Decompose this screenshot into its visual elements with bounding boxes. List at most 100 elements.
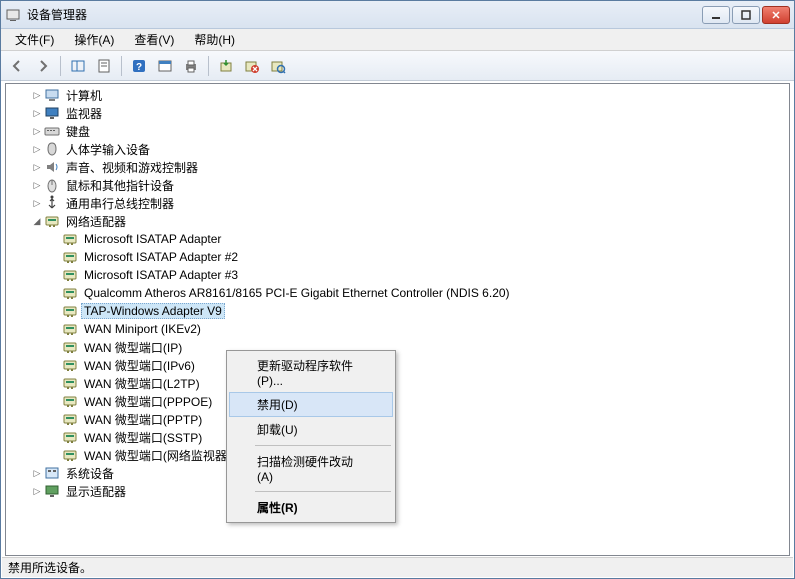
network-icon — [44, 213, 60, 229]
tree-row[interactable]: ▷ 声音、视频和游戏控制器 — [6, 158, 789, 176]
cm-scan[interactable]: 扫描检测硬件改动(A) — [229, 449, 393, 488]
tree-node-label[interactable]: WAN 微型端口(PPTP) — [81, 410, 205, 429]
tree-node-label[interactable]: 通用串行总线控制器 — [63, 194, 177, 213]
tree-row[interactable]: WAN 微型端口(L2TP) — [6, 374, 789, 392]
tree-row[interactable]: WAN 微型端口(IP) — [6, 338, 789, 356]
menu-view[interactable]: 查看(V) — [124, 29, 184, 50]
expander-icon[interactable]: ▷ — [30, 160, 44, 174]
usb-icon — [44, 195, 60, 211]
help-button[interactable]: ? — [127, 54, 151, 78]
expander-icon[interactable]: ▷ — [30, 178, 44, 192]
expander-icon — [48, 448, 62, 462]
adapter-icon — [62, 393, 78, 409]
scan-hardware-button[interactable] — [266, 54, 290, 78]
tree-node-label[interactable]: 键盘 — [63, 122, 93, 141]
display-icon — [44, 483, 60, 499]
menu-file[interactable]: 文件(F) — [5, 29, 64, 50]
minimize-button[interactable] — [702, 6, 730, 24]
tree-node-label[interactable]: Microsoft ISATAP Adapter — [81, 231, 224, 247]
tree-row[interactable]: ▷ 通用串行总线控制器 — [6, 194, 789, 212]
tree-row[interactable]: Qualcomm Atheros AR8161/8165 PCI-E Gigab… — [6, 284, 789, 302]
tree-row[interactable]: WAN 微型端口(PPPOE) — [6, 392, 789, 410]
tree-node-label[interactable]: WAN 微型端口(IPv6) — [81, 356, 198, 375]
disable-button[interactable] — [240, 54, 264, 78]
tree-row[interactable]: ◢ 网络适配器 — [6, 212, 789, 230]
maximize-button[interactable] — [732, 6, 760, 24]
tree-node-label[interactable]: 系统设备 — [63, 464, 117, 483]
adapter-icon — [62, 375, 78, 391]
tree-node-label[interactable]: WAN 微型端口(网络监视器) — [81, 446, 234, 465]
forward-button[interactable] — [31, 54, 55, 78]
expander-icon[interactable]: ▷ — [30, 142, 44, 156]
menu-action[interactable]: 操作(A) — [64, 29, 124, 50]
expander-icon[interactable]: ▷ — [30, 106, 44, 120]
cm-update-driver[interactable]: 更新驱动程序软件(P)... — [229, 353, 393, 392]
tree-node-label[interactable]: TAP-Windows Adapter V9 — [81, 303, 225, 319]
tree-node-label[interactable]: 显示适配器 — [63, 482, 129, 501]
tree-row[interactable]: WAN 微型端口(网络监视器) — [6, 446, 789, 464]
tree-node-label[interactable]: WAN 微型端口(SSTP) — [81, 428, 205, 447]
computer-icon — [44, 87, 60, 103]
print-button[interactable] — [179, 54, 203, 78]
cm-separator — [255, 445, 391, 446]
tree-row[interactable]: WAN Miniport (IKEv2) — [6, 320, 789, 338]
tree-row[interactable]: ▷ 鼠标和其他指针设备 — [6, 176, 789, 194]
cm-properties[interactable]: 属性(R) — [229, 495, 393, 520]
tree-node-label[interactable]: WAN 微型端口(PPPOE) — [81, 392, 215, 411]
tree-row[interactable]: Microsoft ISATAP Adapter #3 — [6, 266, 789, 284]
tree-node-label[interactable]: Microsoft ISATAP Adapter #2 — [81, 249, 241, 265]
expander-icon — [48, 250, 62, 264]
statusbar: 禁用所选设备。 — [2, 557, 793, 577]
tree-row[interactable]: WAN 微型端口(IPv6) — [6, 356, 789, 374]
system-icon — [44, 465, 60, 481]
tree-row[interactable]: WAN 微型端口(PPTP) — [6, 410, 789, 428]
tree-row[interactable]: ▷ 系统设备 — [6, 464, 789, 482]
tree-node-label[interactable]: 人体学输入设备 — [63, 140, 153, 159]
tree-node-label[interactable]: 计算机 — [63, 86, 105, 105]
tree-row[interactable]: Microsoft ISATAP Adapter — [6, 230, 789, 248]
tree-node-label[interactable]: 网络适配器 — [63, 212, 129, 231]
expander-icon[interactable]: ◢ — [30, 214, 44, 228]
tree-row[interactable]: ▷ 人体学输入设备 — [6, 140, 789, 158]
monitor-icon — [44, 105, 60, 121]
expander-icon — [48, 322, 62, 336]
expander-icon[interactable]: ▷ — [30, 88, 44, 102]
toolbar-separator — [60, 56, 61, 76]
properties-button[interactable] — [92, 54, 116, 78]
expander-icon[interactable]: ▷ — [30, 484, 44, 498]
update-driver-button[interactable] — [214, 54, 238, 78]
expander-icon[interactable]: ▷ — [30, 466, 44, 480]
tree-row[interactable]: ▷ 计算机 — [6, 86, 789, 104]
tree-node-label[interactable]: WAN 微型端口(L2TP) — [81, 374, 203, 393]
adapter-icon — [62, 357, 78, 373]
back-button[interactable] — [5, 54, 29, 78]
cm-uninstall[interactable]: 卸载(U) — [229, 417, 393, 442]
tree-node-label[interactable]: 声音、视频和游戏控制器 — [63, 158, 201, 177]
close-button[interactable] — [762, 6, 790, 24]
tree-node-label[interactable]: Qualcomm Atheros AR8161/8165 PCI-E Gigab… — [81, 285, 513, 301]
tree-row[interactable]: ▷ 键盘 — [6, 122, 789, 140]
tree-node-label[interactable]: WAN 微型端口(IP) — [81, 338, 185, 357]
tree-row[interactable]: WAN 微型端口(SSTP) — [6, 428, 789, 446]
view-button[interactable] — [153, 54, 177, 78]
tree-node-label[interactable]: 监视器 — [63, 104, 105, 123]
tree-node-label[interactable]: Microsoft ISATAP Adapter #3 — [81, 267, 241, 283]
cm-disable[interactable]: 禁用(D) — [229, 392, 393, 417]
expander-icon — [48, 286, 62, 300]
expander-icon — [48, 304, 62, 318]
tree-row[interactable]: ▷ 监视器 — [6, 104, 789, 122]
tree-row[interactable]: TAP-Windows Adapter V9 — [6, 302, 789, 320]
device-tree[interactable]: ▷ 计算机 ▷ 监视器 ▷ 键盘 ▷ 人体学输入设备 ▷ 声音、视频和游戏控制器 ▷ 鼠标和其他指针设… — [6, 84, 789, 555]
show-hide-console-button[interactable] — [66, 54, 90, 78]
tree-row[interactable]: ▷ 显示适配器 — [6, 482, 789, 500]
tree-node-label[interactable]: 鼠标和其他指针设备 — [63, 176, 177, 195]
tree-node-label[interactable]: WAN Miniport (IKEv2) — [81, 321, 204, 337]
adapter-icon — [62, 339, 78, 355]
menu-help[interactable]: 帮助(H) — [184, 29, 245, 50]
tree-row[interactable]: Microsoft ISATAP Adapter #2 — [6, 248, 789, 266]
expander-icon[interactable]: ▷ — [30, 196, 44, 210]
cm-separator — [255, 491, 391, 492]
expander-icon — [48, 232, 62, 246]
expander-icon[interactable]: ▷ — [30, 124, 44, 138]
adapter-icon — [62, 447, 78, 463]
